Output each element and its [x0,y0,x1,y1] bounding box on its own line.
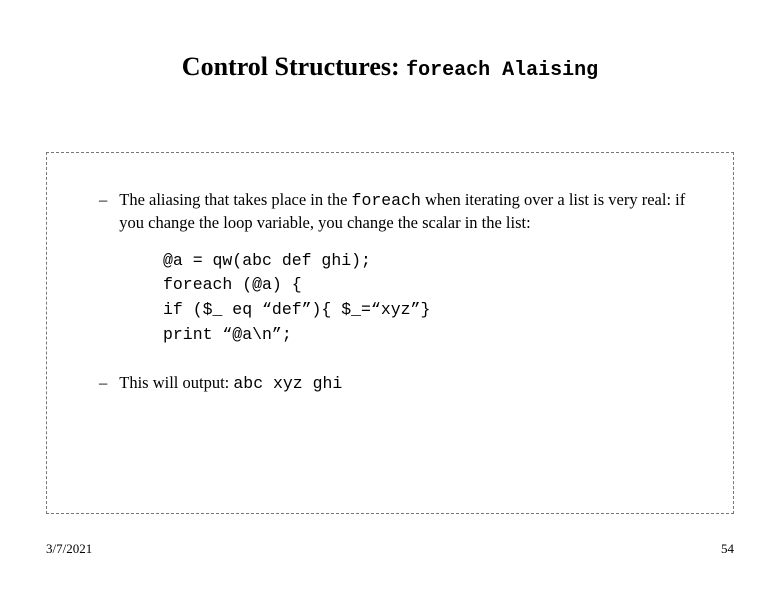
bullet-2-text: This will output: abc xyz ghi [119,372,705,395]
bullet-1-code: foreach [352,191,421,210]
bullet-dash: – [99,372,107,394]
title-main: Control Structures: [182,52,400,81]
bullet-2: – This will output: abc xyz ghi [99,372,705,395]
bullet-2-code: abc xyz ghi [233,374,342,393]
title-mono: foreach Alaising [406,59,598,82]
bullet-2-pre: This will output: [119,373,233,392]
footer-page: 54 [721,541,734,557]
code-block: @a = qw(abc def ghi); foreach (@a) { if … [163,249,705,348]
slide-title: Control Structures: foreach Alaising [0,52,780,82]
bullet-1-pre: The aliasing that takes place in the [119,190,351,209]
bullet-dash: – [99,189,107,211]
content-box: – The aliasing that takes place in the f… [46,152,734,514]
bullet-1-text: The aliasing that takes place in the for… [119,189,705,235]
slide: Control Structures: foreach Alaising – T… [0,52,780,592]
footer-date: 3/7/2021 [46,541,92,557]
bullet-1: – The aliasing that takes place in the f… [99,189,705,235]
